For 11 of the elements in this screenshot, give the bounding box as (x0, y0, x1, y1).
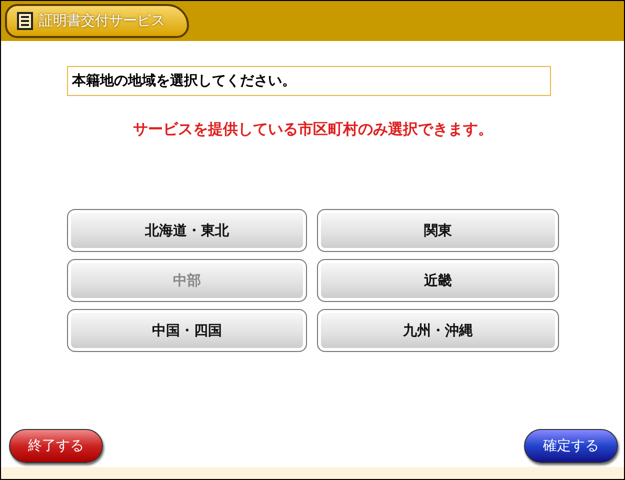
instruction-text: 本籍地の地域を選択してください。 (67, 66, 551, 96)
service-title: 証明書交付サービス (39, 12, 165, 30)
notice-text: サービスを提供している市区町村のみ選択できます。 (132, 120, 494, 139)
region-button[interactable]: 関東 (317, 209, 559, 252)
region-button[interactable]: 北海道・東北 (67, 209, 307, 252)
region-button[interactable]: 九州・沖縄 (317, 309, 559, 352)
confirm-button[interactable]: 確定する (524, 429, 618, 463)
region-button[interactable]: 近畿 (317, 259, 559, 302)
document-icon (17, 12, 33, 30)
region-button[interactable]: 中国・四国 (67, 309, 307, 352)
exit-button[interactable]: 終了する (9, 429, 103, 463)
